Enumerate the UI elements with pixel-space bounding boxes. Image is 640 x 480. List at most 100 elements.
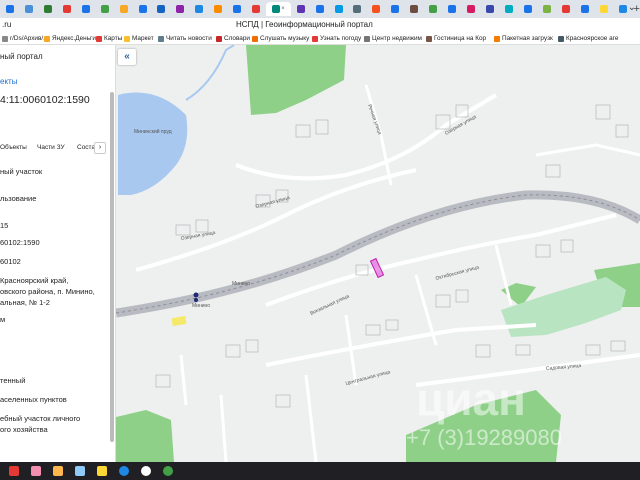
photos-taskbar-button[interactable] — [28, 464, 44, 478]
start-taskbar-button[interactable] — [6, 464, 22, 478]
tab-favicon-icon — [486, 5, 495, 13]
gallery-taskbar-button[interactable] — [50, 464, 66, 478]
tab-favicon-icon — [24, 5, 33, 13]
tab-favicon-icon — [429, 5, 438, 13]
browser-tab[interactable] — [20, 2, 38, 16]
browser-tab[interactable] — [443, 2, 461, 16]
station-marker — [193, 292, 199, 298]
bookmark-icon — [44, 35, 50, 42]
browser-tab[interactable] — [595, 2, 613, 16]
bookmark-label: r/Ds/Архив/... — [10, 35, 49, 42]
tabs-next-button[interactable]: › — [94, 142, 106, 154]
browser-tab[interactable] — [330, 2, 348, 16]
browser-tab[interactable] — [292, 2, 310, 16]
station-marker — [194, 298, 198, 302]
video-taskbar-button[interactable] — [72, 464, 88, 478]
bookmark-item[interactable]: Слушать музыку — [252, 35, 309, 42]
map-view[interactable]: циан +7 (3)19289080 Мининский пруд Озерн… — [116, 45, 640, 462]
tab-favicon-icon — [315, 5, 324, 13]
bookmark-item[interactable]: Словари — [216, 35, 250, 42]
browser-tab[interactable] — [39, 2, 57, 16]
edge-icon — [119, 466, 129, 476]
browser-tab[interactable] — [58, 2, 76, 16]
browser-tab[interactable] — [247, 2, 265, 16]
tab-favicon-icon — [214, 5, 223, 13]
tab-favicon-icon — [334, 5, 343, 13]
tab-favicon-icon — [599, 5, 608, 13]
browser-tab[interactable] — [134, 2, 152, 16]
browser-tab[interactable] — [77, 2, 95, 16]
street-label: Октябрьская улица — [435, 264, 480, 281]
browser-tab[interactable] — [481, 2, 499, 16]
status-value: тенный — [0, 376, 26, 385]
browser-tab[interactable] — [386, 2, 404, 16]
browser-tab[interactable] — [209, 2, 227, 16]
lake-label: Мининский пруд — [134, 128, 172, 135]
browser-tab[interactable] — [500, 2, 518, 16]
browser-tab[interactable] — [1, 2, 19, 16]
tab-favicon-icon — [252, 5, 261, 13]
tab-favicon-icon — [100, 5, 109, 13]
bookmark-label: Узнать погоду — [320, 35, 362, 42]
explorer-taskbar-button[interactable] — [94, 464, 110, 478]
browser-tab[interactable] — [367, 2, 385, 16]
tab-favicon-icon — [5, 5, 14, 13]
browser-tab[interactable] — [557, 2, 575, 16]
map-canvas[interactable]: циан +7 (3)19289080 Мининский пруд Озерн… — [116, 45, 640, 462]
os-taskbar — [0, 462, 640, 480]
close-tab-icon[interactable]: × — [281, 6, 285, 12]
tab-list-menu-button[interactable]: ⌄ — [628, 2, 636, 13]
street-label: Вокзальная улица — [309, 293, 350, 316]
tab-favicon-icon — [504, 5, 513, 13]
browser-tab[interactable] — [311, 2, 329, 16]
collapse-panel-button[interactable]: « — [118, 49, 136, 65]
browser-tab[interactable]: × — [266, 2, 291, 16]
river — [185, 45, 235, 101]
yandex-taskbar-button[interactable] — [138, 464, 154, 478]
browser-tab[interactable] — [190, 2, 208, 16]
bookmark-label: Красноярское аге — [566, 35, 619, 42]
station-label: Минино — [192, 303, 210, 309]
bookmark-item[interactable]: Маркет — [124, 35, 154, 42]
browser-tab[interactable] — [424, 2, 442, 16]
bookmark-item[interactable]: r/Ds/Архив/... — [2, 35, 49, 42]
browser-tab-bar: × + — [0, 0, 640, 18]
panel-scrollbar[interactable] — [110, 92, 114, 442]
browser-tab[interactable] — [519, 2, 537, 16]
browser-tab[interactable] — [171, 2, 189, 16]
bookmark-item[interactable]: Центр недвижим — [364, 35, 422, 42]
browser-tab[interactable] — [153, 2, 171, 16]
bookmark-icon — [96, 35, 102, 42]
browser-tab[interactable] — [228, 2, 246, 16]
bookmark-item[interactable]: Карты — [96, 35, 122, 42]
browser-tab[interactable] — [462, 2, 480, 16]
browser-tab[interactable] — [576, 2, 594, 16]
browser-tab[interactable] — [538, 2, 556, 16]
bookmark-item[interactable]: Красноярское аге — [558, 35, 618, 42]
bookmark-label: Словари — [224, 35, 250, 42]
tab-composition[interactable]: Соста — [77, 144, 95, 151]
tab-favicon-icon — [43, 5, 52, 13]
permitted-use-line-1: ебный участок личного — [0, 414, 81, 423]
browser-tab[interactable] — [405, 2, 423, 16]
bookmark-item[interactable]: Узнать погоду — [312, 35, 361, 42]
bookmark-item[interactable]: Читать новости — [158, 35, 212, 42]
chrome-taskbar-button[interactable] — [160, 464, 176, 478]
watermark-brand: циан — [416, 373, 526, 425]
browser-tab[interactable] — [96, 2, 114, 16]
bookmark-item[interactable]: Яндекс.Деньги — [44, 35, 96, 42]
tab-parts[interactable]: Части ЗУ — [37, 144, 65, 151]
url-text[interactable]: .ru — [2, 20, 11, 29]
yandex-icon — [141, 466, 151, 476]
browser-tab[interactable] — [348, 2, 366, 16]
edge-taskbar-button[interactable] — [116, 464, 132, 478]
tab-objects[interactable]: Объекты — [0, 144, 27, 151]
start-icon — [9, 466, 19, 476]
tab-favicon-icon — [467, 5, 476, 13]
objects-link[interactable]: екты — [0, 77, 17, 86]
browser-tab[interactable] — [115, 2, 133, 16]
bookmark-label: Маркет — [132, 35, 154, 42]
bookmark-item[interactable]: Гостиница на Кор — [426, 35, 486, 42]
bookmark-item[interactable]: Пакетная загрузк — [494, 35, 553, 42]
tab-favicon-icon — [523, 5, 532, 13]
